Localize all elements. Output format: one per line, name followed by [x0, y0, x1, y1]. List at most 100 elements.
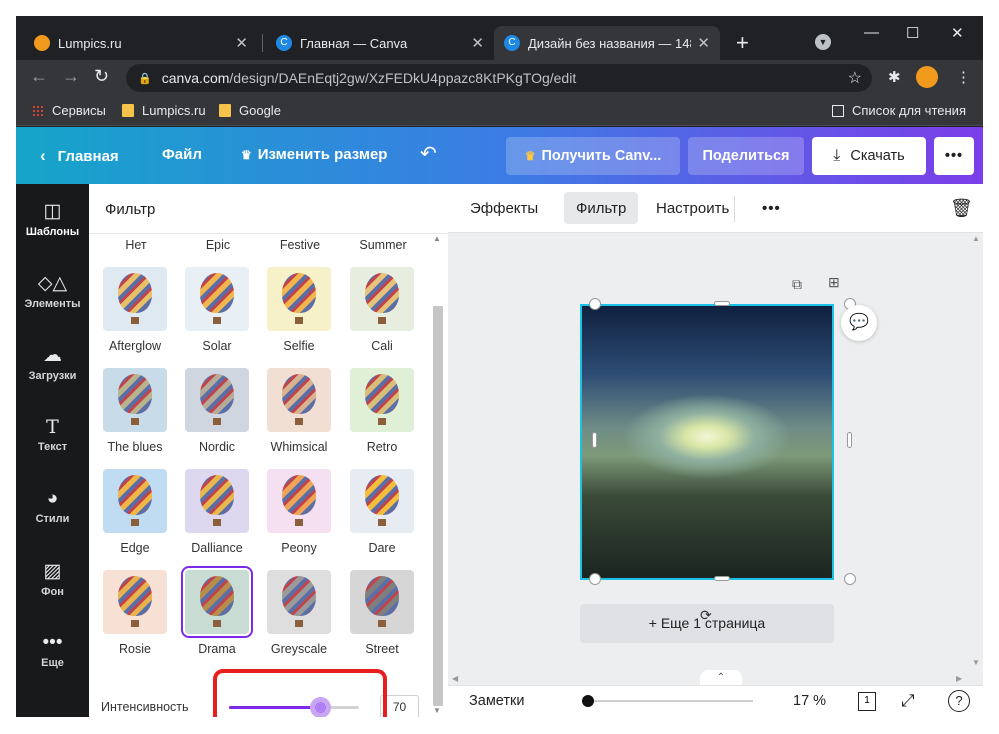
- help-icon[interactable]: ?: [948, 690, 970, 712]
- filter-thumbnail[interactable]: [185, 267, 249, 331]
- add-page-icon[interactable]: ⊞: [828, 274, 840, 291]
- scrollbar-thumb[interactable]: [433, 306, 443, 706]
- effects-button[interactable]: Эффекты: [458, 192, 550, 224]
- scroll-down-icon[interactable]: ▼: [433, 706, 441, 715]
- tab-search-icon[interactable]: ▼: [815, 34, 831, 50]
- balloon-image: [365, 475, 399, 515]
- rail-label: Стили: [35, 513, 70, 525]
- undo-icon[interactable]: ↶: [420, 141, 437, 166]
- forward-icon[interactable]: →: [62, 66, 80, 87]
- resize-button[interactable]: ♛ Изменить размер: [241, 146, 387, 163]
- window-close-icon[interactable]: ✕: [951, 24, 964, 42]
- filter-thumbnail[interactable]: [350, 368, 414, 432]
- new-tab-icon[interactable]: +: [736, 30, 749, 56]
- filter-thumbnail[interactable]: [350, 570, 414, 634]
- scroll-up-icon[interactable]: ▲: [433, 234, 441, 243]
- share-button[interactable]: Поделиться: [688, 137, 804, 175]
- zoom-slider[interactable]: [582, 695, 753, 707]
- filter-thumbnail[interactable]: [185, 469, 249, 533]
- rail-item-background[interactable]: ▨ Фон: [16, 560, 89, 598]
- rail-item-text[interactable]: T Текст: [16, 416, 89, 453]
- rail-item-templates[interactable]: ◫ Шаблоны: [16, 200, 89, 238]
- filter-thumbnail[interactable]: [350, 267, 414, 331]
- download-button[interactable]: ⤓ Скачать: [812, 137, 926, 175]
- zoom-value[interactable]: 17 %: [793, 693, 826, 709]
- extensions-icon[interactable]: ✱: [888, 68, 901, 86]
- kebab-menu-icon[interactable]: ⋮: [956, 68, 971, 86]
- panel-scrollbar[interactable]: ▲ ▼: [430, 234, 444, 717]
- rail-item-more[interactable]: ••• Еще: [16, 632, 89, 669]
- page-count-icon[interactable]: 1: [858, 692, 876, 711]
- resize-handle[interactable]: [714, 576, 730, 581]
- tab-design[interactable]: C Дизайн без названия — 1481 × ✕: [494, 26, 720, 60]
- folder-icon: [122, 104, 134, 117]
- address-bar[interactable]: 🔒 canva.com /design/DAEnEqtj2gw/XzFEDkU4…: [126, 64, 872, 92]
- balloon-image: [200, 374, 234, 414]
- scroll-right-icon[interactable]: ▶: [956, 674, 962, 683]
- tab-canva-home[interactable]: C Главная — Canva ✕: [266, 26, 494, 60]
- filter-label: Edge: [120, 541, 150, 555]
- get-canva-pro-button[interactable]: ♛ Получить Canv...: [506, 137, 680, 175]
- bookmark-google[interactable]: Google: [219, 103, 281, 118]
- close-icon[interactable]: ✕: [697, 34, 710, 52]
- duplicate-page-icon[interactable]: ⧉: [792, 276, 802, 293]
- close-icon[interactable]: ✕: [471, 34, 484, 52]
- filter-thumbnail[interactable]: [103, 267, 167, 331]
- balloon-image: [282, 273, 316, 313]
- resize-handle[interactable]: [714, 301, 730, 306]
- editor-scrollbar[interactable]: ▲ ▼: [969, 234, 983, 674]
- filter-thumbnail[interactable]: [267, 267, 331, 331]
- resize-handle[interactable]: [592, 432, 597, 448]
- fullscreen-icon[interactable]: ⤢: [901, 691, 915, 711]
- tab-lumpics[interactable]: Lumpics.ru ✕: [24, 26, 258, 60]
- filter-label: Нет: [125, 238, 147, 252]
- resize-handle[interactable]: [589, 298, 601, 310]
- rail-item-styles[interactable]: ◕ Стили: [16, 488, 89, 525]
- slider-handle[interactable]: [582, 695, 594, 707]
- file-menu[interactable]: Файл: [162, 146, 202, 163]
- collapse-notes-icon[interactable]: ⌃: [700, 670, 742, 686]
- resize-handle[interactable]: [589, 573, 601, 585]
- lock-icon: 🔒: [138, 72, 152, 85]
- trash-icon[interactable]: 🗑: [950, 192, 973, 224]
- bookmark-label: Сервисы: [52, 103, 106, 118]
- resize-handle[interactable]: [844, 573, 856, 585]
- reading-list[interactable]: Список для чтения: [832, 103, 966, 118]
- adjust-button[interactable]: Настроить: [644, 192, 741, 224]
- back-icon[interactable]: ←: [30, 66, 48, 87]
- filter-button[interactable]: Фильтр: [564, 192, 639, 224]
- rail-item-elements[interactable]: ◇△ Элементы: [16, 272, 89, 310]
- basket-image: [378, 418, 386, 425]
- filter-thumbnail[interactable]: [103, 469, 167, 533]
- filter-thumbnail[interactable]: [267, 469, 331, 533]
- close-icon[interactable]: ✕: [235, 34, 248, 52]
- bookmark-star-icon[interactable]: ☆: [848, 68, 862, 88]
- minimize-icon[interactable]: —: [864, 24, 879, 41]
- scroll-up-icon[interactable]: ▲: [972, 234, 980, 243]
- bookmark-lumpics[interactable]: Lumpics.ru: [122, 103, 206, 118]
- more-options-button[interactable]: •••: [750, 192, 793, 224]
- filter-thumbnail[interactable]: [267, 570, 331, 634]
- rail-item-uploads[interactable]: ☁ Загрузки: [16, 344, 89, 382]
- rotate-icon[interactable]: ⟳: [700, 607, 712, 624]
- home-link[interactable]: ‹ Главная: [40, 146, 119, 166]
- filter-thumbnail[interactable]: [267, 368, 331, 432]
- filter-thumbnail[interactable]: [350, 469, 414, 533]
- browser-window: Lumpics.ru ✕ C Главная — Canva ✕ C Дизай…: [16, 16, 983, 717]
- scroll-left-icon[interactable]: ◀: [452, 674, 458, 683]
- design-image[interactable]: [580, 304, 834, 580]
- balloon-image: [365, 374, 399, 414]
- comment-icon[interactable]: 💬: [841, 305, 877, 341]
- reload-icon[interactable]: ↻: [94, 66, 109, 87]
- filter-thumbnail[interactable]: [103, 368, 167, 432]
- more-menu-button[interactable]: •••: [934, 137, 974, 175]
- filter-thumbnail[interactable]: [103, 570, 167, 634]
- avatar[interactable]: [916, 66, 938, 88]
- resize-handle[interactable]: [847, 432, 852, 448]
- maximize-icon[interactable]: ☐: [906, 24, 919, 42]
- notes-button[interactable]: Заметки: [469, 693, 524, 709]
- filter-thumbnail[interactable]: [185, 368, 249, 432]
- bookmark-services[interactable]: Сервисы: [32, 103, 106, 118]
- filter-thumbnail[interactable]: [181, 566, 253, 638]
- scroll-down-icon[interactable]: ▼: [972, 658, 980, 667]
